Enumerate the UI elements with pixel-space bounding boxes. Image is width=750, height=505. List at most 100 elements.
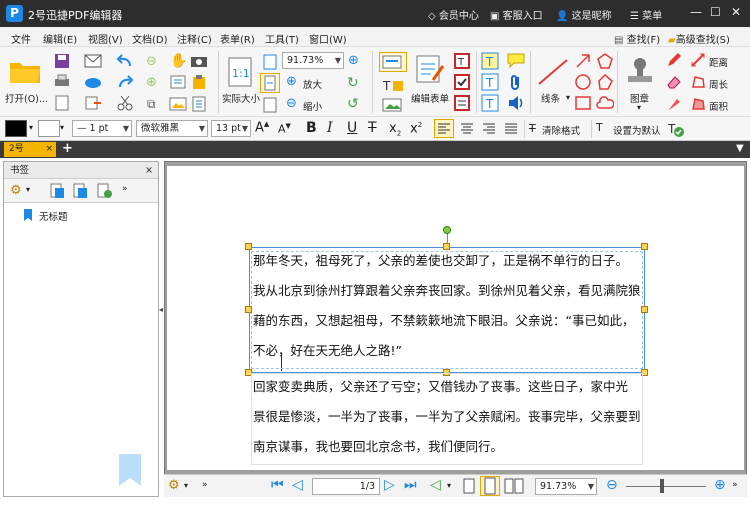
arrow-shape-icon[interactable] — [574, 52, 592, 70]
status-zoom-combo[interactable]: 91.73% ▼ — [535, 478, 597, 495]
user-account-link[interactable]: 👤 这是昵称 — [556, 7, 612, 22]
line-icon[interactable] — [536, 57, 570, 87]
subscript-icon[interactable]: x2 — [389, 121, 401, 138]
rotate-clockwise-icon[interactable]: ↻ — [347, 75, 359, 91]
page-number-field[interactable]: 1/3 — [312, 478, 380, 495]
rectangle-shape-icon[interactable] — [574, 94, 592, 112]
last-page-icon[interactable]: ⏭ — [404, 477, 417, 493]
close-button[interactable]: ✕ — [731, 5, 741, 19]
back-icon[interactable]: ⊖ — [146, 54, 157, 69]
list-field-icon[interactable] — [454, 95, 470, 111]
close-tab-icon[interactable]: × — [45, 142, 53, 157]
area-label[interactable]: 面积 — [709, 99, 728, 113]
align-left-button[interactable] — [434, 119, 454, 138]
stamp-chevron-down-icon[interactable]: ▾ — [637, 103, 641, 112]
bookmark-options-gear-icon[interactable]: ⚙ — [10, 183, 22, 198]
superscript-icon[interactable]: x2 — [410, 121, 422, 136]
text-color-chevron-down-icon[interactable]: ▾ — [29, 123, 33, 132]
delete-bookmark-icon[interactable] — [72, 183, 88, 199]
zoom-combo[interactable]: 91.73% ▼ — [282, 52, 344, 69]
attach-file-icon[interactable] — [190, 96, 208, 112]
actual-size-icon[interactable]: 1:1 — [227, 57, 253, 87]
panel-collapse-handle[interactable]: ◂ — [159, 305, 163, 345]
strikethrough-icon[interactable]: T — [368, 120, 377, 136]
increase-font-icon[interactable]: A▲ — [255, 120, 269, 135]
zoom-slider-track[interactable] — [626, 486, 706, 487]
distance-icon[interactable] — [690, 52, 706, 68]
hand-tool-icon[interactable]: ✋ — [170, 53, 187, 69]
new-document-icon[interactable] — [54, 95, 70, 111]
close-panel-icon[interactable]: × — [145, 162, 153, 179]
cloud-upload-icon[interactable] — [84, 75, 102, 89]
save-icon[interactable] — [54, 53, 70, 69]
continuous-page-button[interactable] — [480, 476, 500, 496]
add-text-icon[interactable]: T — [381, 77, 405, 93]
checkbox-field-icon[interactable] — [454, 74, 470, 90]
tab-list-chevron-down-icon[interactable]: ▼ — [736, 143, 744, 154]
text-field-icon[interactable]: T — [454, 53, 470, 69]
zoom-in-label[interactable]: 放大 — [303, 77, 322, 91]
bold-icon[interactable]: B — [306, 120, 317, 136]
stamp-icon[interactable] — [623, 55, 657, 87]
expand-bookmark-icon[interactable] — [49, 183, 65, 199]
text-box-icon[interactable]: T — [481, 73, 499, 91]
menu-form[interactable]: 表单(R) — [220, 31, 255, 46]
fit-page-icon[interactable] — [263, 54, 277, 70]
zoom-out-icon[interactable]: ⊖ — [286, 96, 297, 111]
next-page-icon[interactable]: ▷ — [384, 477, 395, 493]
resize-handle-top[interactable] — [443, 243, 450, 250]
fill-color-swatch[interactable] — [38, 120, 60, 137]
properties-check-icon[interactable]: T — [667, 120, 685, 138]
set-default-icon[interactable]: T — [596, 121, 603, 134]
clear-format-icon[interactable]: T — [529, 122, 536, 135]
highlight-icon[interactable] — [666, 96, 682, 112]
zoom-tool-icon[interactable]: ⊕ — [348, 53, 359, 68]
history-back-icon[interactable]: ◁ — [430, 477, 441, 493]
find-button[interactable]: ▤ 查找(F) — [614, 31, 660, 46]
italic-icon[interactable]: I — [327, 120, 333, 136]
perimeter-icon[interactable] — [690, 74, 706, 90]
status-gear-icon[interactable]: ⚙ — [168, 478, 180, 493]
menu-window[interactable]: 窗口(W) — [309, 31, 347, 46]
main-menu-button[interactable]: ☰ 菜单 — [630, 7, 662, 22]
set-default-label[interactable]: 设置为默认 — [613, 123, 661, 137]
status-overflow-icon[interactable]: » — [732, 480, 738, 490]
resize-handle-left[interactable] — [245, 306, 252, 313]
actual-size-label[interactable]: 实际大小 — [222, 91, 260, 105]
typewriter-icon[interactable]: T — [481, 52, 499, 70]
underline-icon[interactable]: U — [347, 120, 357, 136]
previous-page-icon[interactable]: ◁ — [292, 477, 303, 493]
paragraph-2-line-3[interactable]: 南京谋事，我也要回北京念书，我们便同行。 — [253, 432, 503, 462]
forward-icon[interactable]: ⊕ — [146, 75, 157, 90]
print-icon[interactable] — [54, 74, 70, 88]
align-right-icon[interactable] — [480, 120, 498, 137]
distance-label[interactable]: 距离 — [709, 55, 728, 69]
polygon-shape-icon[interactable] — [596, 73, 614, 91]
new-tab-icon[interactable]: + — [62, 141, 73, 156]
zoom-in-status-icon[interactable]: ⊕ — [714, 477, 726, 493]
lines-label[interactable]: 线条 — [541, 91, 560, 105]
redo-icon[interactable] — [116, 74, 134, 90]
single-page-icon[interactable] — [462, 478, 476, 494]
rotate-counterclockwise-icon[interactable]: ↺ — [347, 96, 359, 112]
menu-comment[interactable]: 注释(C) — [177, 31, 212, 46]
line-width-combo[interactable]: — 1 pt ▼ — [72, 120, 132, 137]
clear-format-label[interactable]: 清除格式 — [542, 123, 580, 137]
edit-form-label[interactable]: 编辑表单 — [411, 91, 449, 105]
menu-document[interactable]: 文档(D) — [132, 31, 168, 46]
history-chevron-down-icon[interactable]: ▾ — [447, 481, 451, 490]
lines-chevron-down-icon[interactable]: ▾ — [566, 93, 570, 102]
pencil-icon[interactable] — [666, 52, 682, 68]
paragraph-2-line-2[interactable]: 景很是惨淡，一半为了丧事，一半为了父亲赋闲。丧事完毕，父亲要到 — [253, 402, 641, 432]
sound-icon[interactable] — [507, 95, 525, 111]
cloud-shape-icon[interactable] — [596, 94, 614, 112]
area-icon[interactable] — [690, 96, 706, 112]
advanced-find-button[interactable]: ▰高级查找(S) — [668, 31, 730, 46]
fit-visible-icon[interactable] — [262, 97, 278, 113]
eraser-icon[interactable] — [666, 74, 682, 90]
add-bookmark-icon[interactable] — [96, 183, 112, 199]
bookmark-item-untitled[interactable]: 无标题 — [39, 209, 68, 223]
paragraph-2-line-1[interactable]: 回家变卖典质，父亲还了亏空；又借钱办了丧事。这些日子，家中光 — [253, 372, 628, 402]
pentagon-shape-icon[interactable] — [596, 52, 614, 70]
fit-width-button[interactable] — [260, 73, 280, 93]
